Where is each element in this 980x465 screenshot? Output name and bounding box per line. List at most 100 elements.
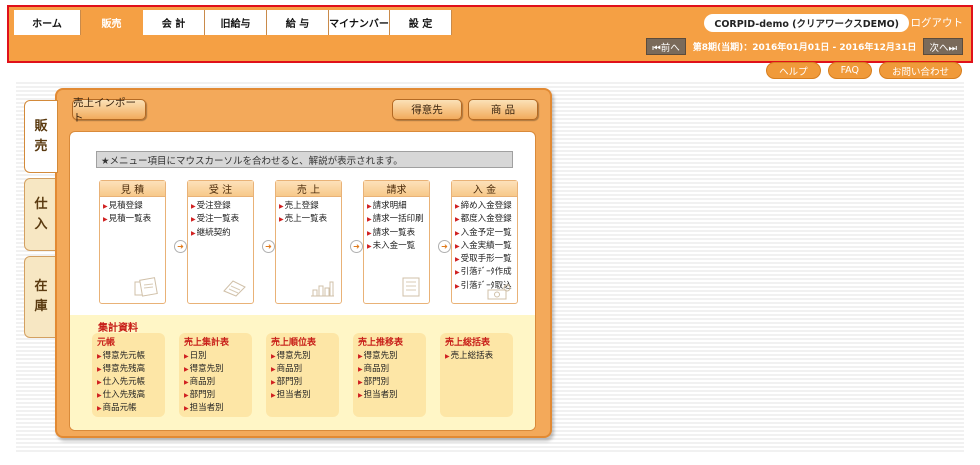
- summary-title: 集計資料: [98, 323, 138, 334]
- sales-import-button[interactable]: 売上インポート: [72, 97, 146, 124]
- faq-button[interactable]: FAQ: [827, 62, 872, 79]
- tab-sales[interactable]: 販売: [81, 10, 143, 35]
- tab-settings[interactable]: 設 定: [390, 10, 452, 35]
- sales-panel: 売上インポート 得意先 商 品 ★メニュー項目にマウスカーソルを合わせると、解説…: [55, 88, 552, 438]
- card-title: 入 金: [452, 181, 517, 197]
- menu-link[interactable]: ▶売上登録: [279, 200, 341, 213]
- menu-link[interactable]: ▶受取手形一覧: [455, 253, 517, 266]
- menu-link[interactable]: ▶都度入金登録: [455, 213, 517, 226]
- side-tab-char: 仕: [34, 196, 48, 212]
- side-tab-inventory[interactable]: 在 庫: [24, 256, 58, 338]
- menu-link[interactable]: ▶売上一覧表: [279, 213, 341, 226]
- report-group-title: 売上順位表: [271, 338, 317, 348]
- report-link[interactable]: ▶得意先元帳: [97, 350, 165, 363]
- tab-old-payroll[interactable]: 旧給与: [205, 10, 267, 35]
- report-link[interactable]: ▶担当者別: [271, 389, 339, 402]
- card-order: 受 注 ▶受注登録 ▶受注一覧表 ▶継続契約: [187, 180, 254, 304]
- report-link[interactable]: ▶得意先別: [358, 350, 426, 363]
- report-link[interactable]: ▶仕入先元帳: [97, 376, 165, 389]
- report-link[interactable]: ▶商品別: [271, 363, 339, 376]
- menu-link[interactable]: ▶入金実績一覧: [455, 240, 517, 253]
- tab-my-number[interactable]: マイナンバー: [329, 10, 390, 35]
- menu-link[interactable]: ▶締め入金登録: [455, 200, 517, 213]
- report-link[interactable]: ▶商品別: [184, 376, 252, 389]
- card-title: 受 注: [188, 181, 253, 197]
- report-group-sales-overview: 売上総括表 ▶売上総括表: [440, 333, 513, 417]
- menu-link[interactable]: ▶見積一覧表: [103, 213, 165, 226]
- report-group-title: 売上推移表: [358, 338, 404, 348]
- prev-period-button[interactable]: ⏮前へ: [646, 38, 686, 55]
- tab-payroll[interactable]: 給 与: [267, 10, 329, 35]
- fiscal-period: 第8期(当期)：2016年01月01日 - 2016年12月31日: [692, 43, 917, 53]
- top-header: ホーム 販売 会 計 旧給与 給 与 マイナンバー 設 定 CORPID-dem…: [7, 5, 973, 63]
- next-period-button[interactable]: 次へ⏭: [923, 38, 963, 55]
- card-title: 見 積: [100, 181, 165, 197]
- card-title: 請求: [364, 181, 429, 197]
- period-bar: ⏮前へ 第8期(当期)：2016年01月01日 - 2016年12月31日 次へ…: [646, 38, 963, 55]
- report-link[interactable]: ▶商品元帳: [97, 402, 165, 415]
- report-group-title: 売上集計表: [184, 338, 230, 348]
- side-tab-char: 入: [34, 216, 48, 232]
- report-link[interactable]: ▶部門別: [358, 376, 426, 389]
- menu-link[interactable]: ▶継続契約: [191, 227, 253, 240]
- sales-menu-area: ★メニュー項目にマウスカーソルを合わせると、解説が表示されます。 見 積 ▶見積…: [69, 131, 536, 431]
- menu-link[interactable]: ▶見積登録: [103, 200, 165, 213]
- company-badge: CORPID-demo (クリアワークスDEMO): [704, 14, 909, 32]
- card-payment: 入 金 ▶締め入金登録 ▶都度入金登録 ▶入金予定一覧 ▶入金実績一覧 ▶受取手…: [451, 180, 518, 304]
- report-link[interactable]: ▶得意先別: [184, 363, 252, 376]
- customer-button[interactable]: 得意先: [392, 99, 462, 120]
- menu-link[interactable]: ▶未入金一覧: [367, 240, 429, 253]
- fax-icon: [223, 280, 246, 297]
- side-tab-char: 売: [34, 138, 48, 154]
- report-group-sales-trend: 売上推移表 ▶得意先別 ▶商品別 ▶部門別 ▶担当者別: [353, 333, 426, 417]
- side-tab-char: 販: [34, 118, 48, 134]
- side-tab-sales[interactable]: 販 売: [24, 100, 58, 173]
- flow-arrow-icon: ➜: [174, 240, 187, 253]
- main-tabs: ホーム 販売 会 計 旧給与 給 与 マイナンバー 設 定: [14, 10, 452, 35]
- card-billing: 請求 ▶請求明細 ▶請求一括印刷 ▶請求一覧表 ▶未入金一覧: [363, 180, 430, 304]
- report-group-title: 売上総括表: [445, 338, 491, 348]
- tab-accounting[interactable]: 会 計: [143, 10, 205, 35]
- report-group-ledger: 元帳 ▶得意先元帳 ▶得意先残高 ▶仕入先元帳 ▶仕入先残高 ▶商品元帳: [92, 333, 165, 417]
- report-link[interactable]: ▶得意先別: [271, 350, 339, 363]
- side-tab-purchase[interactable]: 仕 入: [24, 178, 58, 251]
- report-link[interactable]: ▶部門別: [271, 376, 339, 389]
- report-link[interactable]: ▶仕入先残高: [97, 389, 165, 402]
- report-link[interactable]: ▶部門別: [184, 389, 252, 402]
- menu-link[interactable]: ▶請求一括印刷: [367, 213, 429, 226]
- card-estimate: 見 積 ▶見積登録 ▶見積一覧表: [99, 180, 166, 304]
- documents-icon: [134, 277, 158, 297]
- report-group-sales-summary: 売上集計表 ▶日別 ▶得意先別 ▶商品別 ▶部門別 ▶担当者別: [179, 333, 252, 417]
- bar-chart-icon: [311, 281, 334, 297]
- menu-link[interactable]: ▶請求明細: [367, 200, 429, 213]
- side-tab-char: 庫: [34, 299, 48, 314]
- card-title: 売 上: [276, 181, 341, 197]
- menu-link[interactable]: ▶引落ﾃﾞｰﾀ作成: [455, 266, 517, 279]
- menu-hint: ★メニュー項目にマウスカーソルを合わせると、解説が表示されます。: [96, 151, 513, 168]
- contact-button[interactable]: お問い合わせ: [878, 62, 962, 79]
- invoice-icon: [402, 277, 420, 297]
- flow-arrow-icon: ➜: [350, 240, 363, 253]
- report-link[interactable]: ▶売上総括表: [445, 350, 513, 363]
- tab-home[interactable]: ホーム: [14, 10, 81, 35]
- menu-link[interactable]: ▶受注一覧表: [191, 213, 253, 226]
- flow-arrow-icon: ➜: [438, 240, 451, 253]
- help-button[interactable]: ヘルプ: [766, 62, 821, 79]
- report-link[interactable]: ▶商品別: [358, 363, 426, 376]
- card-sales: 売 上 ▶売上登録 ▶売上一覧表: [275, 180, 342, 304]
- report-link[interactable]: ▶日別: [184, 350, 252, 363]
- report-group-sales-ranking: 売上順位表 ▶得意先別 ▶商品別 ▶部門別 ▶担当者別: [266, 333, 339, 417]
- report-link[interactable]: ▶担当者別: [184, 402, 252, 415]
- logout-link[interactable]: ログアウト: [911, 15, 964, 30]
- menu-link[interactable]: ▶請求一覧表: [367, 227, 429, 240]
- menu-link[interactable]: ▶受注登録: [191, 200, 253, 213]
- report-link[interactable]: ▶得意先残高: [97, 363, 165, 376]
- report-link[interactable]: ▶担当者別: [358, 389, 426, 402]
- menu-link[interactable]: ▶入金予定一覧: [455, 227, 517, 240]
- report-group-title: 元帳: [97, 338, 116, 348]
- product-button[interactable]: 商 品: [468, 99, 538, 120]
- side-tab-char: 在: [34, 279, 48, 294]
- summary-reports: 集計資料 元帳 ▶得意先元帳 ▶得意先残高 ▶仕入先元帳 ▶仕入先残高 ▶商品元…: [70, 315, 535, 430]
- help-links: ヘルプ FAQ お問い合わせ: [766, 62, 962, 79]
- flow-arrow-icon: ➜: [262, 240, 275, 253]
